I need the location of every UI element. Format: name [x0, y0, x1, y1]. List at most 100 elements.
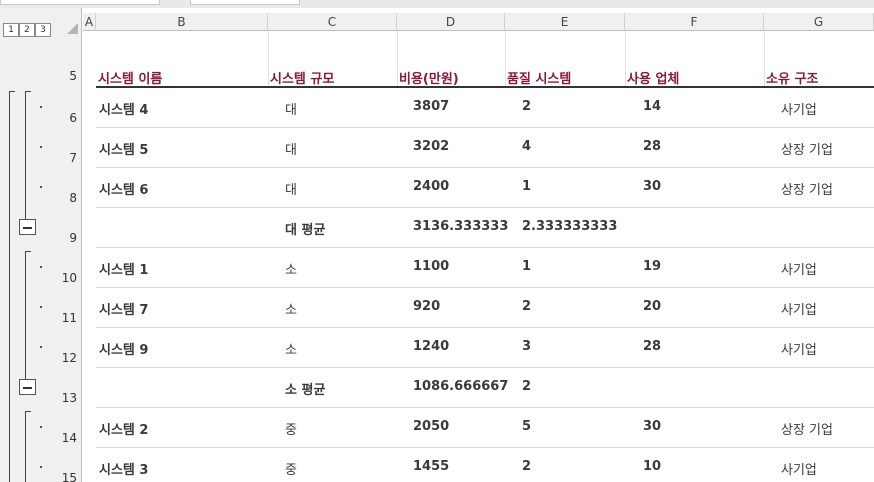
outline-detail-dot — [40, 346, 42, 348]
cell-scale[interactable]: 소 — [285, 299, 297, 318]
row-number-11[interactable]: 11 — [50, 311, 82, 325]
outline-detail-dot — [40, 146, 42, 148]
cell-ownership[interactable]: 상장 기업 — [781, 419, 833, 438]
cell-system-name[interactable]: 시스템 5 — [99, 139, 148, 158]
row-number-8[interactable]: 8 — [50, 191, 82, 205]
cell-users[interactable]: 19 — [643, 259, 661, 274]
collapse-group-button-2[interactable] — [19, 379, 36, 395]
cell-cost[interactable]: 1455 — [413, 459, 449, 474]
cell-system-name[interactable]: 시스템 7 — [99, 299, 148, 318]
row-number-13[interactable]: 13 — [50, 391, 82, 405]
cell-system-name[interactable]: 시스템 6 — [99, 179, 148, 198]
cell-users[interactable]: 20 — [643, 299, 661, 314]
cell-cost[interactable]: 2400 — [413, 179, 449, 194]
row-number-9[interactable]: 9 — [50, 231, 82, 245]
column-header-a[interactable]: A — [83, 13, 96, 31]
cell-scale[interactable]: 소 — [285, 339, 297, 358]
collapse-group-button-1[interactable] — [19, 219, 36, 235]
outline-group-level-1 — [9, 91, 15, 482]
formula-input[interactable] — [190, 0, 300, 5]
cell-scale[interactable]: 대 — [285, 139, 297, 158]
cell-group-label[interactable]: 대 평균 — [285, 219, 325, 238]
column-header-e[interactable]: E — [505, 13, 625, 31]
cell-average-quality[interactable]: 2 — [522, 379, 531, 394]
cell-system-name[interactable]: 시스템 9 — [99, 339, 148, 358]
row-divider — [96, 327, 874, 328]
name-box[interactable] — [0, 0, 160, 5]
column-header-c[interactable]: C — [268, 13, 397, 31]
cell-ownership[interactable]: 사기업 — [781, 259, 817, 278]
cell-scale[interactable]: 대 — [285, 179, 297, 198]
sheet-grid[interactable] — [83, 31, 874, 482]
cell-cost[interactable]: 920 — [413, 299, 440, 314]
outline-detail-dot — [40, 466, 42, 468]
cell-ownership[interactable]: 사기업 — [781, 339, 817, 358]
header-system-scale[interactable]: 시스템 규모 — [270, 68, 334, 87]
cell-quality[interactable]: 1 — [522, 259, 531, 274]
gridline — [505, 31, 506, 87]
cell-users[interactable]: 30 — [643, 179, 661, 194]
cell-cost[interactable]: 2050 — [413, 419, 449, 434]
cell-scale[interactable]: 중 — [285, 419, 297, 438]
row-divider — [96, 407, 874, 408]
cell-quality[interactable]: 2 — [522, 299, 531, 314]
cell-ownership[interactable]: 상장 기업 — [781, 139, 833, 158]
row-number-12[interactable]: 12 — [50, 351, 82, 365]
gridline — [625, 31, 626, 87]
select-all-corner[interactable] — [67, 23, 78, 34]
cell-quality[interactable]: 1 — [522, 179, 531, 194]
outline-detail-dot — [40, 306, 42, 308]
cell-ownership[interactable]: 사기업 — [781, 299, 817, 318]
row-number-15[interactable]: 15 — [50, 471, 82, 482]
header-system-name[interactable]: 시스템 이름 — [98, 68, 162, 87]
cell-cost[interactable]: 1100 — [413, 259, 449, 274]
cell-users[interactable]: 28 — [643, 339, 661, 354]
cell-average-quality[interactable]: 2.333333333 — [522, 219, 617, 234]
cell-users[interactable]: 30 — [643, 419, 661, 434]
row-number-7[interactable]: 7 — [50, 151, 82, 165]
header-quality-system[interactable]: 품질 시스템 — [507, 68, 571, 87]
column-header-g[interactable]: G — [764, 13, 874, 31]
cell-cost[interactable]: 1240 — [413, 339, 449, 354]
cell-users[interactable]: 28 — [643, 139, 661, 154]
cell-quality[interactable]: 5 — [522, 419, 531, 434]
cell-users[interactable]: 10 — [643, 459, 661, 474]
cell-system-name[interactable]: 시스템 1 — [99, 259, 148, 278]
cell-cost[interactable]: 3807 — [413, 99, 449, 114]
header-cost[interactable]: 비용(만원) — [399, 68, 459, 87]
cell-cost[interactable]: 3202 — [413, 139, 449, 154]
cell-average-cost[interactable]: 3136.333333 — [413, 219, 508, 234]
column-header-b[interactable]: B — [96, 13, 268, 31]
header-user-companies[interactable]: 사용 업체 — [627, 68, 679, 87]
column-header-f[interactable]: F — [625, 13, 764, 31]
row-number-6[interactable]: 6 — [50, 111, 82, 125]
cell-users[interactable]: 14 — [643, 99, 661, 114]
outline-level-3-button[interactable]: 3 — [35, 23, 51, 37]
row-divider — [96, 167, 874, 168]
formula-bar-strip — [0, 0, 874, 8]
cell-group-label[interactable]: 소 평균 — [285, 379, 325, 398]
cell-quality[interactable]: 3 — [522, 339, 531, 354]
cell-quality[interactable]: 2 — [522, 459, 531, 474]
row-number-10[interactable]: 10 — [50, 271, 82, 285]
cell-ownership[interactable]: 사기업 — [781, 99, 817, 118]
cell-average-cost[interactable]: 1086.666667 — [413, 379, 508, 394]
row-divider — [96, 207, 874, 208]
header-ownership[interactable]: 소유 구조 — [766, 68, 818, 87]
column-header-d[interactable]: D — [397, 13, 505, 31]
cell-system-name[interactable]: 시스템 4 — [99, 99, 148, 118]
cell-system-name[interactable]: 시스템 2 — [99, 419, 148, 438]
cell-scale[interactable]: 소 — [285, 259, 297, 278]
cell-scale[interactable]: 대 — [285, 99, 297, 118]
cell-quality[interactable]: 4 — [522, 139, 531, 154]
cell-ownership[interactable]: 사기업 — [781, 459, 817, 478]
outline-detail-dot — [40, 266, 42, 268]
cell-system-name[interactable]: 시스템 3 — [99, 459, 148, 478]
cell-scale[interactable]: 중 — [285, 459, 297, 478]
row-number-14[interactable]: 14 — [50, 431, 82, 445]
outline-level-2-button[interactable]: 2 — [19, 23, 35, 37]
row-number-5[interactable]: 5 — [50, 69, 82, 83]
cell-ownership[interactable]: 상장 기업 — [781, 179, 833, 198]
cell-quality[interactable]: 2 — [522, 99, 531, 114]
outline-level-1-button[interactable]: 1 — [3, 23, 19, 37]
